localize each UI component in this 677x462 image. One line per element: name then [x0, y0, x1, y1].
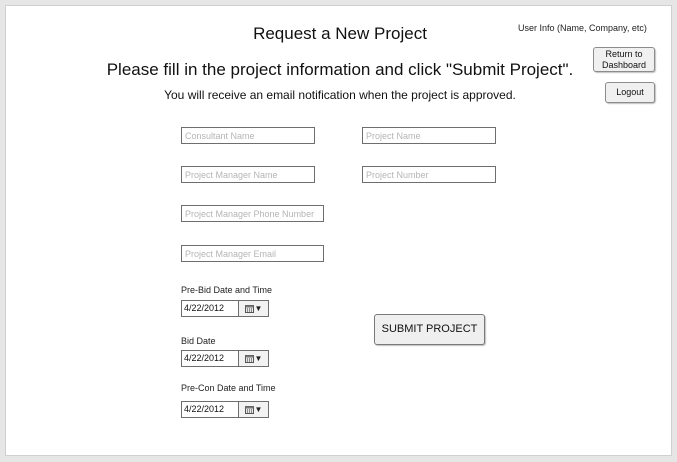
page-subtitle: Please fill in the project information a…	[106, 60, 574, 79]
consultant-name-input[interactable]	[181, 127, 315, 144]
bid-date-value[interactable]: 4/22/2012	[182, 351, 238, 366]
chevron-down-icon: ▼	[254, 404, 263, 414]
calendar-icon	[244, 304, 254, 313]
project-number-input[interactable]	[362, 166, 496, 183]
prebid-date-label: Pre-Bid Date and Time	[181, 285, 273, 295]
precon-date-dropdown[interactable]: ▼	[238, 402, 268, 417]
project-manager-name-input[interactable]	[181, 166, 315, 183]
prebid-date-picker[interactable]: 4/22/2012 ▼	[181, 300, 269, 317]
bid-date-label: Bid Date	[181, 336, 216, 346]
project-manager-email-input[interactable]	[181, 245, 324, 262]
chevron-down-icon: ▼	[254, 353, 263, 363]
calendar-icon	[244, 354, 254, 363]
approval-note: You will receive an email notification w…	[164, 88, 516, 102]
project-manager-phone-input[interactable]	[181, 205, 324, 222]
precon-date-picker[interactable]: 4/22/2012 ▼	[181, 401, 269, 418]
prebid-date-dropdown[interactable]: ▼	[238, 301, 268, 316]
precon-date-value[interactable]: 4/22/2012	[182, 402, 238, 417]
logout-button[interactable]: Logout	[605, 82, 655, 103]
precon-date-label: Pre-Con Date and Time	[181, 383, 276, 393]
chevron-down-icon: ▼	[254, 303, 263, 313]
project-name-input[interactable]	[362, 127, 496, 144]
submit-project-button[interactable]: SUBMIT PROJECT	[374, 314, 485, 345]
bid-date-dropdown[interactable]: ▼	[238, 351, 268, 366]
bid-date-picker[interactable]: 4/22/2012 ▼	[181, 350, 269, 367]
return-to-dashboard-button[interactable]: Return to Dashboard	[593, 47, 655, 72]
calendar-icon	[244, 405, 254, 414]
prebid-date-value[interactable]: 4/22/2012	[182, 301, 238, 316]
user-info: User Info (Name, Company, etc)	[518, 23, 647, 33]
